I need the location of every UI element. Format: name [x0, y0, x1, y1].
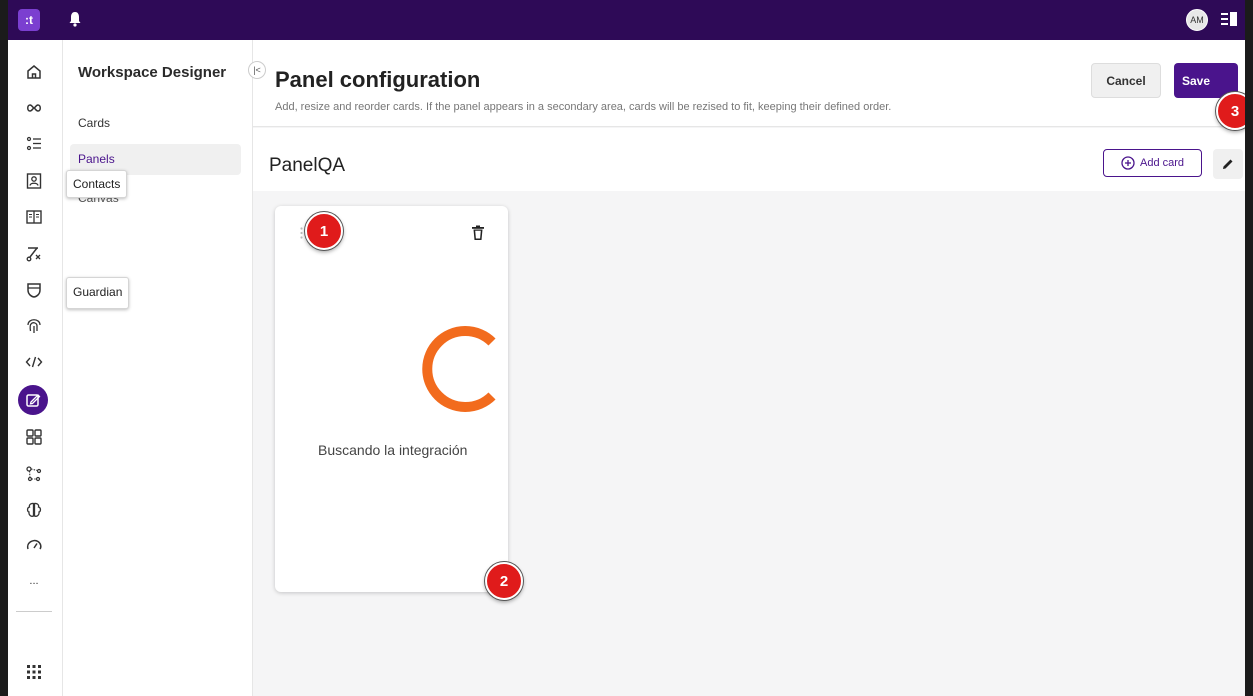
apps-icon[interactable]: [23, 661, 45, 683]
trash-icon[interactable]: [471, 225, 485, 241]
marker-1: 1: [305, 212, 343, 250]
brain-icon[interactable]: [23, 499, 45, 521]
fingerprint-icon[interactable]: [23, 315, 45, 337]
page-header: Panel configuration Add, resize and reor…: [253, 40, 1245, 127]
infinity-icon[interactable]: [23, 97, 45, 119]
collapse-sidebar-button[interactable]: |<: [248, 61, 266, 79]
loading-spinner: [422, 326, 496, 412]
code-icon[interactable]: [23, 351, 45, 373]
home-icon[interactable]: [23, 61, 45, 83]
panel-card[interactable]: Buscando la integración: [275, 206, 508, 592]
marker-2: 2: [485, 562, 523, 600]
main-content: Panel configuration Add, resize and reor…: [253, 40, 1245, 696]
book-icon[interactable]: [23, 206, 45, 228]
routing-icon[interactable]: [23, 243, 45, 265]
add-card-label: Add card: [1139, 157, 1185, 169]
cancel-button[interactable]: Cancel: [1091, 63, 1161, 98]
workspace-designer-icon[interactable]: [18, 385, 48, 415]
panel-name: PanelQA: [269, 155, 346, 176]
guardian-tooltip: Guardian: [66, 277, 130, 309]
sidebar-title: Workspace Designer: [78, 64, 227, 81]
gauge-icon[interactable]: [23, 534, 45, 556]
bell-icon[interactable]: [68, 11, 82, 27]
page-title: Panel configuration: [275, 67, 481, 92]
side-panel-toggle-icon[interactable]: [1221, 12, 1237, 26]
contacts-icon[interactable]: [23, 170, 45, 192]
list-icon[interactable]: [23, 133, 45, 155]
add-circle-icon: [1121, 156, 1135, 170]
sidebar-item-cards[interactable]: Cards: [78, 116, 110, 130]
panel-header: PanelQA Add card: [253, 128, 1245, 191]
grid-icon[interactable]: [23, 426, 45, 448]
edit-panel-button[interactable]: [1213, 149, 1243, 179]
card-loading-text: Buscando la integración: [318, 442, 468, 458]
network-icon[interactable]: [23, 463, 45, 485]
avatar[interactable]: AM: [1186, 9, 1208, 31]
icon-rail: ...: [8, 40, 63, 696]
pencil-icon: [1223, 159, 1233, 169]
app-logo[interactable]: :t: [18, 9, 40, 31]
workspace-designer-sidebar: Workspace Designer |< Cards Panels Canva…: [63, 40, 266, 696]
shield-icon[interactable]: [23, 279, 45, 301]
page-description: Add, resize and reorder cards. If the pa…: [275, 101, 892, 113]
app-window: :t AM ... Workspace Designer |< Cards Pa…: [8, 0, 1245, 696]
contacts-tooltip: Contacts: [66, 170, 128, 198]
rail-divider: [16, 611, 52, 612]
add-card-button[interactable]: Add card: [1103, 149, 1202, 177]
top-bar: :t AM: [8, 0, 1245, 40]
more-icon[interactable]: ...: [23, 570, 45, 592]
